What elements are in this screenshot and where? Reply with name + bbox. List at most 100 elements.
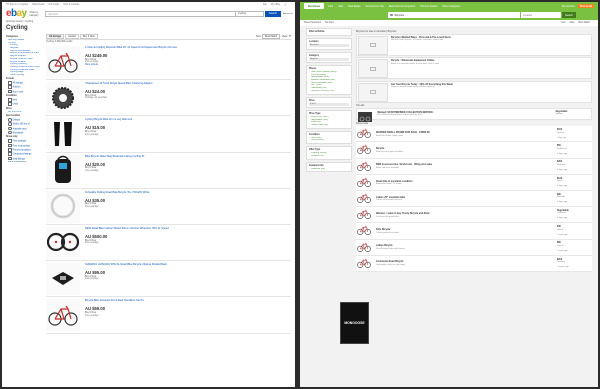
my-gumtree-link[interactable]: My Gumtree xyxy=(562,5,575,8)
sidebar-link[interactable]: Cycling Bags xyxy=(10,71,40,73)
filter-link[interactable]: Swap/Trade (25) xyxy=(311,124,349,126)
featured-ad[interactable]: Bicycles Wanted Bikes - Personal & Pre-L… xyxy=(356,33,592,56)
gumtree-logo[interactable]: Gumtree xyxy=(304,3,324,9)
tab-buy-it-now[interactable]: Buy It Now xyxy=(80,33,98,40)
sidebar-link[interactable]: Bicycle Accessories xyxy=(10,50,40,52)
util-link[interactable]: Daily Deals xyxy=(32,3,44,6)
list-item[interactable]: Bicycle Kids bicycle in good condition $50… xyxy=(356,142,592,159)
sidebar-link[interactable]: Cycling Clothing xyxy=(10,63,40,65)
filter-link[interactable]: Northern Territory (50) xyxy=(311,90,349,92)
sidebar-checkbox[interactable]: Free local pickup xyxy=(8,144,40,148)
sidebar-radio[interactable]: Australia only xyxy=(8,127,40,131)
filter-link[interactable]: ACT (100) xyxy=(311,84,349,86)
listing-title[interactable]: Bicycle xyxy=(376,147,557,150)
set-alert-link[interactable]: Set Alert xyxy=(325,22,334,24)
search-input[interactable]: Bicycles xyxy=(388,12,520,18)
nav-item[interactable]: Jobs xyxy=(338,5,343,8)
sidebar-checkbox[interactable]: Returns accepted xyxy=(8,148,40,152)
filter-link[interactable]: Queensland (800) xyxy=(311,76,349,78)
sidebar-radio[interactable]: Within 200 km of xyxy=(8,122,40,126)
sidebar-link[interactable]: Bicycles xyxy=(10,47,40,49)
cart-icon[interactable]: 🛒 xyxy=(284,3,287,6)
item-title[interactable]: Chainwheel 44 Tooth Single Speed Bike Ch… xyxy=(85,82,291,88)
list-item[interactable]: BMX & accessories / brand new - lifting … xyxy=(356,158,592,175)
filter-link[interactable]: Western Australia (400) xyxy=(311,79,349,81)
item-image[interactable] xyxy=(46,263,80,296)
sidebar-link[interactable]: Bicycle Components & Parts xyxy=(10,52,40,54)
location-input[interactable]: Location xyxy=(521,12,561,18)
sidebar-radio[interactable]: Default xyxy=(8,118,40,122)
list-item[interactable]: Ladies Bicycle Step-through frame with ba… xyxy=(356,239,592,256)
sidebar-radio[interactable]: Worldwide xyxy=(8,131,40,135)
list-item[interactable]: Wanted - I want to buy Trusty Bicycle an… xyxy=(356,207,592,224)
sidebar-checkbox[interactable]: Auction xyxy=(8,85,40,89)
filter-link[interactable]: Fixed Price (900) xyxy=(311,116,349,118)
list-item[interactable]: Commuter Road Bicycle Lightweight, great … xyxy=(356,255,592,272)
sidebar-link[interactable]: Cycling xyxy=(10,44,40,46)
featured-ad-title[interactable]: Bicycle - Wholesale Equipment Online xyxy=(391,59,590,62)
sidebar-link[interactable]: Bicycle Wheels xyxy=(10,61,40,63)
search-button[interactable]: Search xyxy=(265,10,281,17)
saved-searches-link[interactable]: Saved Searches xyxy=(304,22,321,24)
sidebar-link[interactable]: Cycling Shoes & Shoe Covers xyxy=(10,66,40,68)
listing-title[interactable]: Kids Bicycle xyxy=(376,228,557,231)
nav-item[interactable]: Electronics & Computers xyxy=(389,5,415,8)
item-title[interactable]: Cycling Bicycle Bike Arm & Leg Warmers xyxy=(85,118,291,124)
filter-link[interactable]: Used (1500) xyxy=(311,139,349,141)
nav-item[interactable]: Home & Garden xyxy=(420,5,437,8)
listing-title[interactable]: WANTED SMALL FRAME FOR SALE - FROM $0 xyxy=(376,131,557,134)
list-item[interactable]: Kids Bicycle Training wheels included $40 H… xyxy=(356,223,592,240)
listing-title[interactable]: Ladies 26" mountain bike xyxy=(376,196,557,199)
sort-best-match[interactable]: Best Match xyxy=(579,22,591,24)
sell-link[interactable]: Sell xyxy=(263,3,267,6)
my-ebay-link[interactable]: My eBay xyxy=(271,3,280,6)
filter-link[interactable]: New South Wales (2000) xyxy=(311,71,349,73)
sort-date[interactable]: Date xyxy=(570,22,575,24)
item-title[interactable]: Bicycle Bike Groupset Front Rear Deraill… xyxy=(85,299,291,305)
item-image[interactable] xyxy=(46,190,80,223)
sidebar-checkbox[interactable]: Used xyxy=(8,102,40,106)
item-image[interactable] xyxy=(46,299,80,332)
item-image[interactable] xyxy=(46,226,80,259)
item-title[interactable]: SHIMANO ULTEGRA SPD-SL Road Bike Bicycle… xyxy=(85,263,291,269)
tab-all-listings[interactable]: All listings xyxy=(46,33,65,40)
filter-select[interactable]: Australia xyxy=(309,44,349,47)
listing-title[interactable]: BMX & accessories / brand new - lifting … xyxy=(376,163,557,166)
listing-title[interactable]: Wanted - I want to buy Trusty Bicycle an… xyxy=(376,212,557,215)
sidebar-link[interactable]: Cycling Protective Gear xyxy=(10,69,40,71)
filter-link[interactable]: New (200) xyxy=(311,137,349,139)
sidebar-checkbox[interactable]: New xyxy=(8,98,40,102)
advertising-banner[interactable]: MONGOOSE xyxy=(340,302,369,344)
util-link[interactable]: Hi! Sign in or register xyxy=(6,3,28,6)
featured-ad[interactable]: Get Your Bicycle Today - 20% off Everyth… xyxy=(356,80,592,103)
list-item[interactable]: Ladies 26" mountain bike Comes with helme… xyxy=(356,190,592,208)
filter-select[interactable]: $ to $ xyxy=(309,102,349,106)
ebay-logo[interactable]: ebay xyxy=(6,8,27,19)
filter-link[interactable]: Negotiable (500) xyxy=(311,119,349,121)
item-title[interactable]: NEW Road Bike Carbon Wheel 50mm Clincher… xyxy=(85,227,291,233)
item-image[interactable] xyxy=(46,82,80,115)
post-ad-button[interactable]: Post an ad xyxy=(577,3,594,9)
item-image[interactable] xyxy=(46,154,80,187)
filter-link[interactable]: Victoria (1000) xyxy=(311,74,349,76)
filter-link[interactable]: Offering (3000) xyxy=(311,152,349,154)
filter-link[interactable]: Wanted (50) xyxy=(311,155,349,157)
advanced-search-link[interactable]: Advanced xyxy=(283,13,293,15)
filter-link[interactable]: Featured (80) xyxy=(311,168,349,170)
sidebar-link[interactable]: Sporting Goods xyxy=(8,39,40,41)
nav-item[interactable]: More Categories xyxy=(443,5,461,8)
list-view-icon[interactable]: ☰ xyxy=(289,35,291,38)
item-title[interactable]: Bike Bicycle Water Bag Backpack Hiking C… xyxy=(85,155,291,161)
nav-item[interactable]: Services For Hire xyxy=(365,5,383,8)
category-select[interactable]: Cycling xyxy=(236,10,264,17)
list-item[interactable]: WANTED SMALL FRAME FOR SALE - FROM $0 Roa… xyxy=(356,126,592,143)
list-item[interactable]: Road bike in excellent condition Aluminiu… xyxy=(356,174,592,191)
sidebar-checkbox[interactable]: Free postage xyxy=(8,139,40,143)
top-ad[interactable]: Wanted: SCOOTER/BIKE COLLECTION SERVICE W… xyxy=(356,108,592,123)
filter-link[interactable]: Free (40) xyxy=(311,121,349,123)
sidebar-link[interactable]: Other Cycling xyxy=(10,74,40,76)
sidebar-checkbox[interactable]: Sold listings xyxy=(8,157,40,161)
item-image[interactable] xyxy=(46,118,80,151)
nav-item[interactable]: Cars xyxy=(328,5,333,8)
listing-title[interactable]: Road bike in excellent condition xyxy=(376,180,557,183)
